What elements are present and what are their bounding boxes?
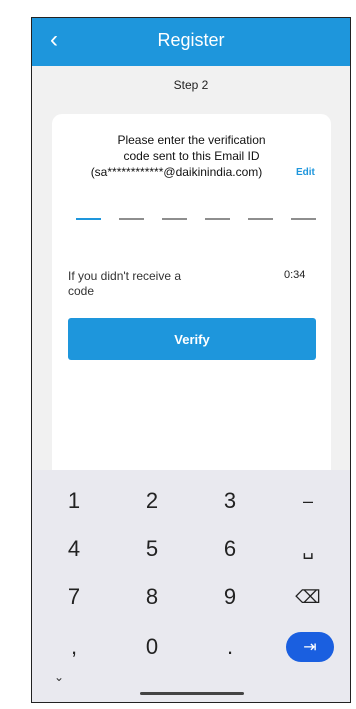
message-line-2: code sent to this Email ID	[123, 149, 260, 163]
resend-timer: 0:34	[284, 269, 306, 281]
key-2[interactable]: 2	[122, 484, 182, 518]
resend-text: If you didn't receive a code	[68, 269, 182, 298]
key-9[interactable]: 9	[200, 580, 260, 614]
home-indicator	[140, 692, 244, 695]
app-bar: ‹ Register	[32, 18, 350, 66]
enter-arrow-icon[interactable]: ⇥	[286, 632, 334, 662]
key-4[interactable]: 4	[44, 532, 104, 566]
step-label: Step 2	[173, 78, 209, 92]
key-1[interactable]: 1	[44, 484, 104, 518]
otp-slot[interactable]	[205, 218, 230, 220]
key-3[interactable]: 3	[200, 484, 260, 518]
otp-slot[interactable]	[119, 218, 144, 220]
key-comma[interactable]: ,	[44, 630, 104, 664]
key-period[interactable]: .	[200, 630, 260, 664]
key-5[interactable]: 5	[122, 532, 182, 566]
otp-slot[interactable]	[248, 218, 273, 220]
key-7[interactable]: 7	[44, 580, 104, 614]
message-line-1: Please enter the verification	[117, 133, 266, 147]
edit-email-link[interactable]: Edit	[296, 167, 315, 178]
page-title: Register	[157, 30, 225, 50]
chevron-down-icon[interactable]: ⌄	[54, 670, 64, 684]
backspace-icon[interactable]: ⌫	[278, 580, 338, 614]
otp-slot[interactable]	[76, 218, 101, 220]
key-minus[interactable]: –	[278, 484, 338, 518]
verification-card: Please enter the verification code sent …	[52, 114, 331, 484]
message-email: (sa************@daikinindia.com)	[90, 165, 263, 179]
verification-message: Please enter the verification code sent …	[52, 132, 331, 180]
numeric-keyboard: 1 2 3 – 4 5 6 ␣ 7 8 9 ⌫ , 0 . ⇥ ⌄	[32, 470, 350, 702]
key-0[interactable]: 0	[122, 630, 182, 664]
verify-button[interactable]: Verify	[68, 318, 316, 360]
key-6[interactable]: 6	[200, 532, 260, 566]
otp-slot[interactable]	[162, 218, 187, 220]
phone-screen: ‹ Register Step 2 Please enter the verif…	[31, 17, 351, 703]
otp-input[interactable]	[76, 218, 316, 222]
otp-slot[interactable]	[291, 218, 316, 220]
key-8[interactable]: 8	[122, 580, 182, 614]
space-key-icon[interactable]: ␣	[278, 532, 338, 566]
